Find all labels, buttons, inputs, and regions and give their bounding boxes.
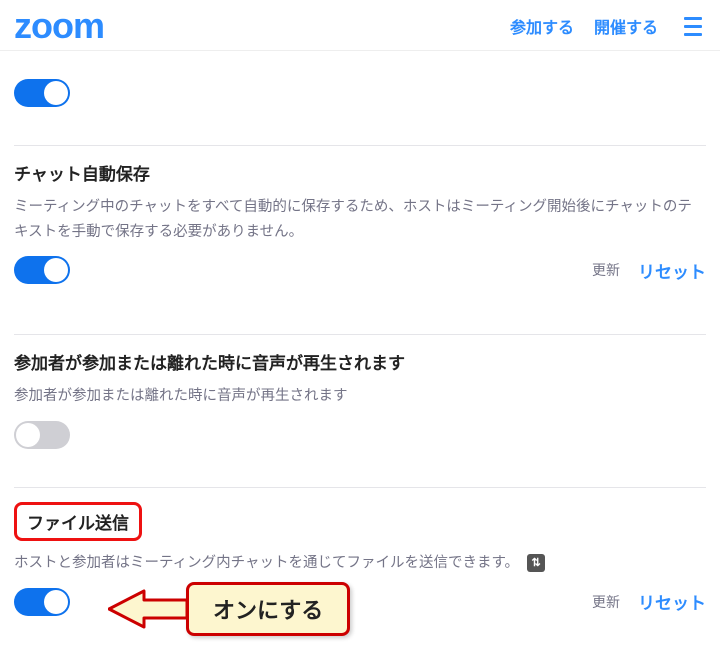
zoom-logo: zoom <box>14 8 104 44</box>
header-links: 参加する 開催する <box>510 13 706 40</box>
annotation-callout: オンにする <box>186 582 350 636</box>
file-transfer-toggle[interactable] <box>14 588 70 616</box>
update-label: 更新 <box>592 592 620 612</box>
host-link[interactable]: 開催する <box>594 14 658 38</box>
update-label: 更新 <box>592 260 620 280</box>
setting-title: ファイル送信 <box>27 514 129 533</box>
file-transfer-info-icon[interactable]: ⇅ <box>527 554 545 572</box>
reset-button[interactable]: リセット <box>638 258 706 283</box>
setting-item-top <box>14 61 706 115</box>
annotation-arrow-icon <box>108 586 188 632</box>
app-header: zoom 参加する 開催する <box>0 0 720 51</box>
setting-title: 参加者が参加または離れた時に音声が再生されます <box>14 349 706 374</box>
chat-autosave-toggle[interactable] <box>14 256 70 284</box>
menu-icon[interactable] <box>678 13 702 40</box>
reset-button[interactable]: リセット <box>638 589 706 614</box>
join-link[interactable]: 参加する <box>510 14 574 38</box>
setting-description: ホストと参加者はミーティング内チャットを通じてファイルを送信できます。 ⇅ <box>14 551 706 576</box>
setting-title: チャット自動保存 <box>14 160 706 185</box>
join-leave-sound-toggle[interactable] <box>14 421 70 449</box>
setting-description: ミーティング中のチャットをすべて自動的に保存するため、ホストはミーティング開始後… <box>14 195 706 244</box>
setting-top-toggle[interactable] <box>14 79 70 107</box>
setting-item-chat-autosave: チャット自動保存 ミーティング中のチャットをすべて自動的に保存するため、ホストは… <box>14 146 706 304</box>
setting-item-file-transfer: ファイル送信 ホストと参加者はミーティング内チャットを通じてファイルを送信できま… <box>14 488 706 642</box>
setting-item-join-leave-sound: 参加者が参加または離れた時に音声が再生されます 参加者が参加または離れた時に音声… <box>14 335 706 469</box>
annotation-callout-label: オンにする <box>186 582 350 636</box>
setting-description: 参加者が参加または離れた時に音声が再生されます <box>14 384 706 409</box>
annotation-highlight-box: ファイル送信 <box>14 502 142 541</box>
